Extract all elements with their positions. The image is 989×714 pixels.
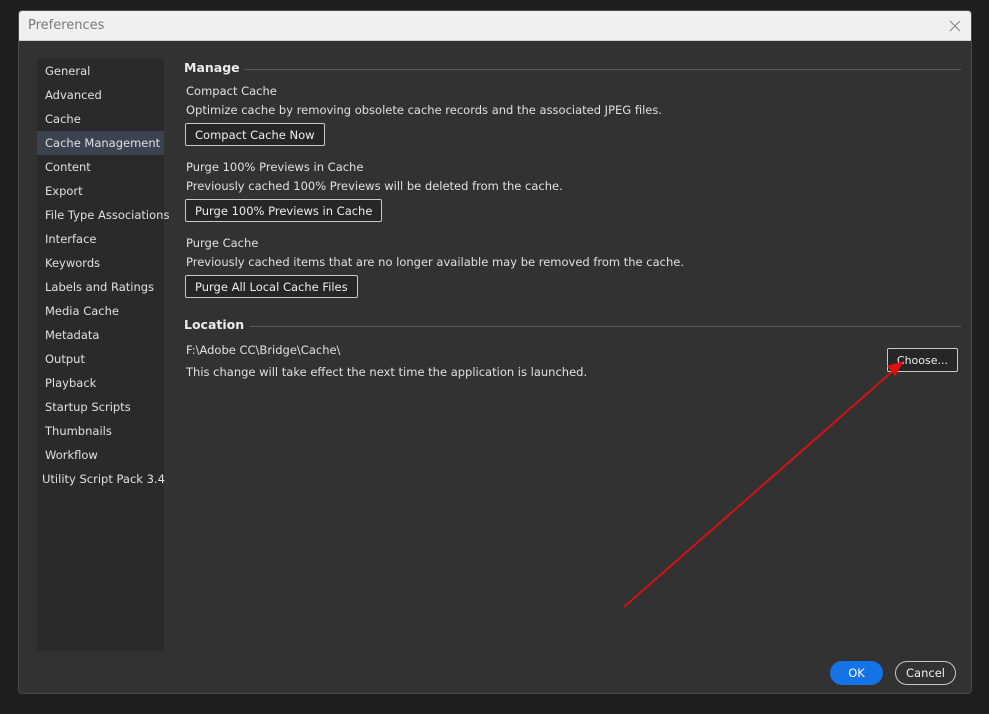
location-section-header: Location — [184, 317, 961, 337]
sidebar-item-output[interactable]: Output — [37, 347, 164, 371]
sidebar-item-media-cache[interactable]: Media Cache — [37, 299, 164, 323]
location-change-note: This change will take effect the next ti… — [186, 365, 588, 379]
sidebar-item-cache[interactable]: Cache — [37, 107, 164, 131]
sidebar-item-content[interactable]: Content — [37, 155, 164, 179]
sidebar-item-advanced[interactable]: Advanced — [37, 83, 164, 107]
choose-location-button[interactable]: Choose... — [886, 348, 958, 372]
compact-cache-title: Compact Cache — [186, 84, 277, 98]
sidebar-item-interface[interactable]: Interface — [37, 227, 164, 251]
purge-cache-description: Previously cached items that are no long… — [186, 255, 685, 269]
sidebar-item-metadata[interactable]: Metadata — [37, 323, 164, 347]
purge-all-local-cache-button[interactable]: Purge All Local Cache Files — [185, 275, 358, 298]
compact-cache-now-button[interactable]: Compact Cache Now — [185, 123, 325, 146]
manage-divider — [244, 69, 961, 70]
sidebar-item-export[interactable]: Export — [37, 179, 164, 203]
title-bar: Preferences — [19, 11, 971, 41]
preferences-dialog: Preferences General Advanced Cache Cache… — [18, 10, 972, 694]
compact-cache-description: Optimize cache by removing obsolete cach… — [186, 103, 663, 117]
manage-heading: Manage — [184, 60, 240, 75]
sidebar-item-keywords[interactable]: Keywords — [37, 251, 164, 275]
window-title: Preferences — [28, 18, 105, 33]
sidebar-item-playback[interactable]: Playback — [37, 371, 164, 395]
sidebar-item-utility-script-pack[interactable]: Utility Script Pack 3.4 — [37, 467, 165, 491]
sidebar-item-file-type-associations[interactable]: File Type Associations — [37, 203, 169, 227]
cancel-button[interactable]: Cancel — [895, 661, 956, 685]
close-icon — [949, 20, 961, 32]
ok-button[interactable]: OK — [830, 661, 883, 685]
purge-previews-button[interactable]: Purge 100% Previews in Cache — [185, 199, 383, 222]
sidebar-item-general[interactable]: General — [37, 59, 164, 83]
sidebar-item-thumbnails[interactable]: Thumbnails — [37, 419, 164, 443]
purge-cache-title: Purge Cache — [186, 236, 259, 250]
sidebar-item-cache-management[interactable]: Cache Management — [37, 131, 164, 155]
location-divider — [250, 326, 961, 327]
close-button[interactable] — [945, 16, 965, 36]
purge-previews-description: Previously cached 100% Previews will be … — [186, 179, 563, 193]
preferences-sidebar: General Advanced Cache Cache Management … — [37, 58, 169, 651]
sidebar-item-labels-and-ratings[interactable]: Labels and Ratings — [37, 275, 164, 299]
sidebar-item-startup-scripts[interactable]: Startup Scripts — [37, 395, 164, 419]
location-heading: Location — [184, 317, 245, 332]
sidebar-item-workflow[interactable]: Workflow — [37, 443, 164, 467]
cache-location-path: F:\Adobe CC\Bridge\Cache\ — [186, 343, 341, 357]
manage-section-header: Manage — [184, 60, 961, 80]
purge-previews-title: Purge 100% Previews in Cache — [186, 160, 364, 174]
cache-management-panel: Manage Compact Cache Optimize cache by r… — [184, 53, 961, 633]
